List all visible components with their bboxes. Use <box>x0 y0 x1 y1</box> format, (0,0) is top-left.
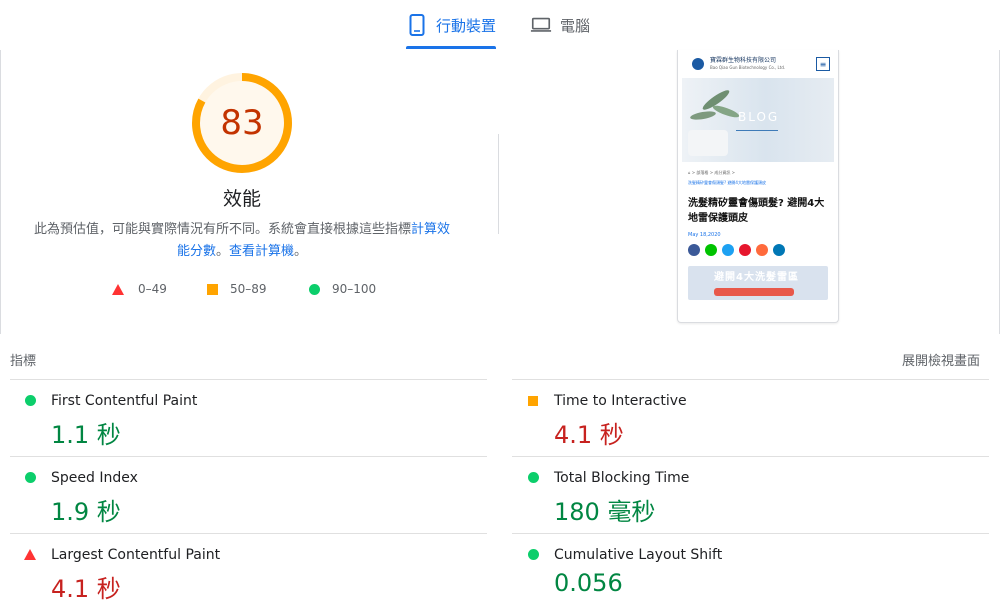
laptop-icon <box>530 13 552 37</box>
good-status-icon <box>528 549 539 560</box>
metric-lcp-name: Largest Contentful Paint <box>51 547 221 563</box>
good-status-icon <box>25 472 36 483</box>
metric-cls-value: 0.056 <box>554 569 623 597</box>
active-tab-indicator <box>406 46 496 49</box>
metric-fcp-name: First Contentful Paint <box>51 393 198 409</box>
screenshot-breadcrumb-current: 洗髮精矽靈會傷頭髮? 避開4大地雷保護頭皮 <box>688 180 766 185</box>
metrics-heading: 指標 <box>10 354 37 369</box>
good-status-icon <box>528 472 539 483</box>
company-logo-icon <box>692 58 704 70</box>
divider <box>10 379 487 380</box>
average-status-icon <box>528 396 538 406</box>
smartphone-icon <box>406 13 428 37</box>
metric-cls-name: Cumulative Layout Shift <box>554 547 723 563</box>
weibo-icon <box>739 244 751 256</box>
metric-si-value: 1.9 秒 <box>51 498 121 526</box>
linkedin-icon <box>773 244 785 256</box>
good-status-icon <box>25 395 36 406</box>
metric-tti-name: Time to Interactive <box>554 393 687 409</box>
divider <box>512 533 989 534</box>
metric-fcp-value: 1.1 秒 <box>51 421 121 449</box>
vertical-divider <box>498 134 499 234</box>
banner-text: 避開4大洗髮雷區 <box>714 272 799 283</box>
legend-good-label: 90–100 <box>332 282 377 296</box>
screenshot-date: May 18,2020 <box>688 232 721 238</box>
metric-tti-value: 4.1 秒 <box>554 421 624 449</box>
tab-desktop-label: 電腦 <box>560 16 591 35</box>
performance-description: 此為預估值，可能與實際情況有所不同。系統會直接根據這些指標計算效能分數。查看計算… <box>30 219 454 263</box>
poor-status-icon <box>24 549 36 560</box>
hamburger-menu-icon: ≡ <box>816 57 830 71</box>
tab-mobile[interactable]: 行動裝置 <box>406 0 496 50</box>
company-name-zh: 寶霖群生物科技有限公司 <box>710 57 777 64</box>
share-icon <box>756 244 768 256</box>
screenshot-header: 寶霖群生物科技有限公司 Bao Qiao Gun Biotechnology C… <box>678 50 838 78</box>
legend-good: 90–100 <box>309 282 376 296</box>
legend-average: 50–89 <box>207 282 267 296</box>
view-calculator-link[interactable]: 查看計算機 <box>229 244 294 259</box>
divider <box>10 456 487 457</box>
metric-tbt-name: Total Blocking Time <box>554 470 690 486</box>
hero-image: BLOG <box>682 78 834 162</box>
metric-si-name: Speed Index <box>51 470 138 486</box>
divider <box>10 533 487 534</box>
divider <box>512 456 989 457</box>
twitter-icon <box>722 244 734 256</box>
tab-desktop[interactable]: 電腦 <box>530 0 610 50</box>
social-share-icons <box>678 238 838 256</box>
device-tabs: 行動裝置 電腦 <box>0 0 1000 50</box>
legend-poor: 0–49 <box>112 282 167 296</box>
metric-lcp-value: 4.1 秒 <box>51 575 121 603</box>
facebook-icon <box>688 244 700 256</box>
description-text: 此為預估值，可能與實際情況有所不同。系統會直接根據這些指標 <box>33 222 411 237</box>
expand-view-toggle[interactable]: 展開檢視畫面 <box>902 350 980 369</box>
hero-word: BLOG <box>738 110 780 124</box>
company-name-en: Bao Qiao Gun Biotechnology Co., Ltd. <box>710 65 786 70</box>
description-separator: 。 <box>215 244 229 259</box>
description-end: 。 <box>294 244 308 259</box>
screenshot-breadcrumb: ⌂ > 部落格 > 成分資訊 > <box>688 170 735 175</box>
divider <box>512 379 989 380</box>
metric-tbt-value: 180 毫秒 <box>554 498 656 526</box>
tab-mobile-label: 行動裝置 <box>436 16 497 35</box>
screenshot-article-title: 洗髮精矽靈會傷頭髮? 避開4大地雷保護頭皮 <box>688 198 825 224</box>
legend-average-label: 50–89 <box>230 282 267 296</box>
page-screenshot: 寶霖群生物科技有限公司 Bao Qiao Gun Biotechnology C… <box>677 50 839 323</box>
red-triangle-icon <box>112 283 124 295</box>
performance-score: 83 <box>220 103 264 143</box>
orange-square-icon <box>207 283 218 295</box>
article-banner: 避開4大洗髮雷區 <box>688 266 828 300</box>
green-circle-icon <box>309 283 320 295</box>
legend-poor-label: 0–49 <box>138 282 167 296</box>
line-icon <box>705 244 717 256</box>
performance-title: 效能 <box>222 188 261 210</box>
company-name: 寶霖群生物科技有限公司 Bao Qiao Gun Biotechnology C… <box>710 57 816 71</box>
